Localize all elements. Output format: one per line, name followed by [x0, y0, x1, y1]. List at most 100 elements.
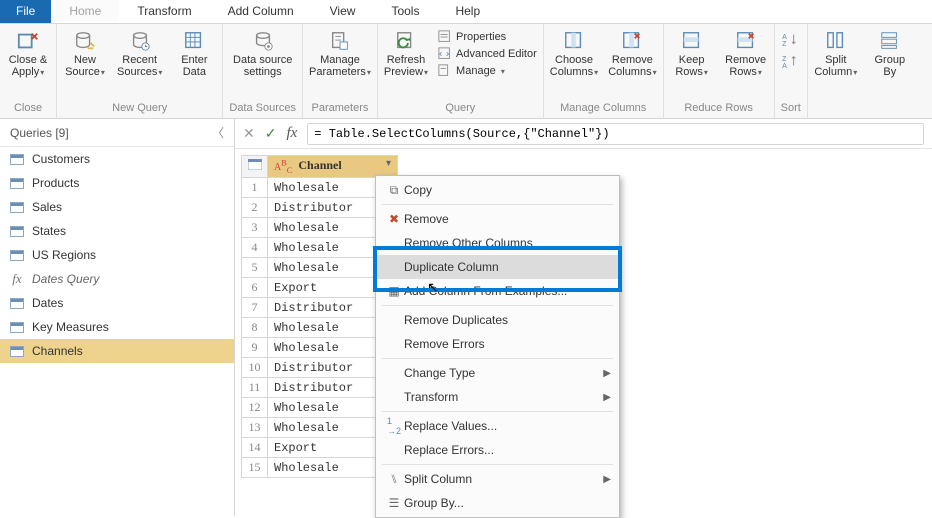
table-icon	[10, 226, 24, 237]
manage-parameters-icon	[329, 30, 351, 52]
tab-tools[interactable]: Tools	[373, 0, 437, 23]
ctx-remove[interactable]: ✖Remove	[376, 207, 619, 231]
remove-columns-icon	[621, 30, 643, 52]
query-item-dates[interactable]: Dates	[0, 291, 234, 315]
tab-transform[interactable]: Transform	[119, 0, 209, 23]
enter-data-icon	[183, 30, 205, 52]
formula-input[interactable]	[307, 123, 924, 145]
query-label: Products	[32, 176, 79, 190]
query-item-states[interactable]: States	[0, 219, 234, 243]
ctx-remove-errors[interactable]: Remove Errors	[376, 332, 619, 356]
new-source-icon	[74, 30, 96, 52]
refresh-icon	[395, 30, 417, 52]
queries-pane: Queries [9] 〈 CustomersProductsSalesStat…	[0, 119, 235, 516]
new-source-button[interactable]: New Source▾	[63, 26, 107, 79]
group-label-parameters: Parameters	[312, 100, 369, 116]
group-label-managecols: Manage Columns	[560, 100, 646, 116]
query-item-channels[interactable]: Channels	[0, 339, 234, 363]
row-number: 3	[242, 218, 268, 238]
tab-home[interactable]: Home	[51, 0, 119, 23]
ctx-replace-values[interactable]: 1→2Replace Values...	[376, 414, 619, 438]
query-label: US Regions	[32, 248, 96, 262]
ctx-add-from-examples[interactable]: ▦Add Column From Examples...	[376, 279, 619, 303]
formula-bar: ✕ ✓ fx	[235, 119, 932, 149]
tab-help[interactable]: Help	[437, 0, 498, 23]
sort-desc-icon[interactable]: ZA	[782, 54, 800, 70]
ctx-transform[interactable]: Transform▶	[376, 385, 619, 409]
query-label: Channels	[32, 344, 83, 358]
recent-sources-button[interactable]: Recent Sources▾	[117, 26, 162, 79]
query-label: Key Measures	[32, 320, 109, 334]
fx-icon: fx	[10, 271, 24, 287]
manage-parameters-button[interactable]: Manage Parameters▾	[309, 26, 371, 79]
choose-columns-button[interactable]: Choose Columns▾	[550, 26, 598, 79]
sort-asc-icon[interactable]: AZ	[782, 32, 800, 48]
query-label: Dates Query	[32, 272, 99, 286]
recent-sources-icon	[129, 30, 151, 52]
file-menu[interactable]: File	[0, 0, 51, 23]
enter-data-button[interactable]: Enter Data	[172, 26, 216, 78]
group-label-sort: Sort	[781, 100, 801, 116]
keep-rows-button[interactable]: Keep Rows▾	[670, 26, 714, 79]
row-number: 11	[242, 378, 268, 398]
choose-columns-icon	[563, 30, 585, 52]
advanced-editor-button[interactable]: Advanced Editor	[438, 47, 537, 61]
ribbon: Close & Apply▾ Close New Source▾ Recent …	[0, 24, 932, 119]
manage-icon	[438, 64, 452, 78]
add-column-icon: ▦	[384, 284, 404, 298]
properties-button[interactable]: Properties	[438, 30, 537, 44]
collapse-queries-icon[interactable]: 〈	[212, 124, 224, 141]
row-number: 10	[242, 358, 268, 378]
data-source-settings-icon	[252, 30, 274, 52]
formula-cancel-icon[interactable]: ✕	[243, 125, 255, 142]
ctx-copy[interactable]: ⧉Copy	[376, 178, 619, 202]
split-column-button[interactable]: Split Column▾	[814, 26, 858, 79]
row-number: 14	[242, 438, 268, 458]
ctx-group-by[interactable]: ☰Group By...	[376, 491, 619, 515]
row-number: 6	[242, 278, 268, 298]
row-number: 1	[242, 178, 268, 198]
column-filter-icon[interactable]: ▾	[386, 158, 391, 169]
data-source-settings-button[interactable]: Data source settings	[233, 26, 292, 78]
row-number: 5	[242, 258, 268, 278]
ctx-duplicate-column[interactable]: Duplicate Column	[376, 255, 619, 279]
refresh-preview-button[interactable]: Refresh Preview▾	[384, 26, 428, 79]
query-item-key-measures[interactable]: Key Measures	[0, 315, 234, 339]
ctx-change-type[interactable]: Change Type▶	[376, 361, 619, 385]
manage-button[interactable]: Manage▾	[438, 64, 537, 78]
ctx-replace-errors[interactable]: Replace Errors...	[376, 438, 619, 462]
table-icon	[10, 202, 24, 213]
row-number: 2	[242, 198, 268, 218]
query-item-dates-query[interactable]: fx Dates Query	[0, 267, 234, 291]
close-apply-button[interactable]: Close & Apply▾	[6, 26, 50, 79]
replace-values-icon: 1→2	[384, 416, 404, 436]
row-number: 8	[242, 318, 268, 338]
formula-commit-icon[interactable]: ✓	[265, 125, 277, 142]
remove-columns-button[interactable]: Remove Columns▾	[608, 26, 656, 79]
remove-rows-button[interactable]: Remove Rows▾	[724, 26, 768, 79]
row-number: 9	[242, 338, 268, 358]
group-label-reducerows: Reduce Rows	[684, 100, 752, 116]
table-icon	[10, 346, 24, 357]
ctx-remove-duplicates[interactable]: Remove Duplicates	[376, 308, 619, 332]
table-icon	[10, 154, 24, 165]
query-item-products[interactable]: Products	[0, 171, 234, 195]
row-number: 7	[242, 298, 268, 318]
query-item-sales[interactable]: Sales	[0, 195, 234, 219]
query-item-customers[interactable]: Customers	[0, 147, 234, 171]
row-number: 13	[242, 418, 268, 438]
table-icon	[10, 250, 24, 261]
select-all-cell[interactable]	[242, 156, 268, 178]
group-by-button[interactable]: Group By	[868, 26, 912, 78]
tab-add-column[interactable]: Add Column	[210, 0, 312, 23]
ctx-remove-other[interactable]: Remove Other Columns	[376, 231, 619, 255]
group-by-icon: ☰	[384, 496, 404, 510]
fx-icon: fx	[286, 125, 297, 142]
split-column-icon	[825, 30, 847, 52]
query-item-us-regions[interactable]: US Regions	[0, 243, 234, 267]
split-column-icon: ⑊	[384, 472, 404, 486]
group-label-close: Close	[14, 100, 42, 116]
query-label: Sales	[32, 200, 62, 214]
ctx-split-column[interactable]: ⑊Split Column▶	[376, 467, 619, 491]
tab-view[interactable]: View	[312, 0, 374, 23]
